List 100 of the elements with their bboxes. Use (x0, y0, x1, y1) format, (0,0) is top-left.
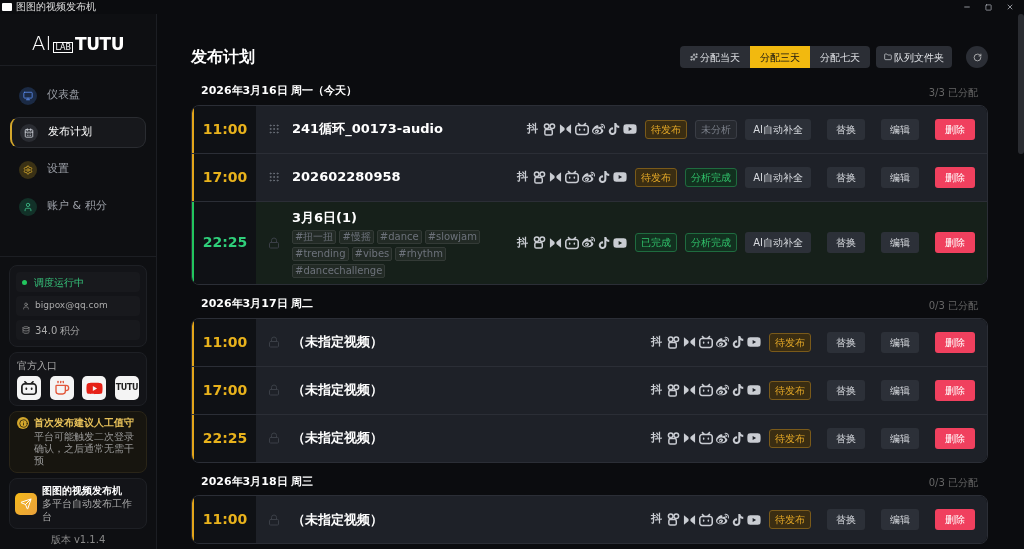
official-label: 官方入口 (17, 359, 58, 373)
tag: #slowjam (424, 230, 480, 244)
replace-button[interactable]: 替换 (827, 379, 865, 401)
ai-complete-button[interactable]: AI自动补全 (745, 166, 811, 188)
platform-label: 抖 (517, 168, 529, 185)
queue-folder-button[interactable]: 队列文件夹 (876, 46, 952, 68)
replace-button[interactable]: 替换 (827, 427, 865, 449)
drag-handle-icon[interactable] (268, 171, 280, 183)
youtube-icon (747, 335, 761, 349)
user-icon (19, 197, 37, 216)
delete-button[interactable]: 删除 (935, 232, 975, 254)
edit-button[interactable]: 编辑 (881, 379, 919, 401)
nav-item[interactable]: 设置 (10, 154, 146, 185)
email-text: bigpox@qq.com (35, 299, 108, 313)
range-tab[interactable]: 分配七天 (810, 46, 870, 68)
status-text: 调度运行中 (34, 275, 84, 290)
replace-button[interactable]: 替换 (827, 331, 865, 353)
tv-icon (575, 122, 590, 136)
youtube-icon (613, 170, 628, 184)
time-cell: 17:00 (192, 366, 256, 414)
tiktok-icon (608, 123, 621, 135)
platform-label: 抖 (517, 234, 529, 251)
platform-label: 抖 (651, 381, 662, 398)
youtube-icon (747, 512, 761, 527)
tv-icon (565, 170, 580, 184)
folder-icon (884, 53, 892, 61)
close-icon[interactable] (1006, 3, 1014, 11)
drag-handle-icon[interactable] (268, 123, 280, 135)
day-heading: 2026年3月17日 周二 (201, 296, 314, 312)
logo-brand-text: TUTU (75, 36, 125, 53)
ai-complete-button[interactable]: AI自动补全 (745, 118, 811, 140)
delete-button[interactable]: 删除 (935, 427, 975, 449)
time-cell: 22:25 (192, 201, 256, 284)
nav-item[interactable]: 仪表盘 (10, 80, 146, 111)
delete-button[interactable]: 删除 (935, 331, 975, 353)
version-text: 版本 v1.1.4 (49, 534, 107, 546)
cup-app-icon[interactable] (49, 376, 74, 400)
time-cell: 11:00 (192, 496, 256, 543)
replace-button[interactable]: 替换 (827, 166, 865, 188)
weibo-icon (582, 170, 596, 184)
tag: #trending (292, 247, 349, 261)
tiktok-icon (598, 171, 611, 183)
tv-app-icon[interactable] (17, 376, 41, 400)
tag: #慢摇 (339, 230, 374, 244)
status-badge: 待发布 (769, 380, 811, 400)
delete-button[interactable]: 删除 (935, 166, 975, 188)
tv-icon (699, 431, 713, 445)
youtube-icon (747, 431, 761, 445)
camera-icon (667, 513, 680, 526)
calendar-icon (20, 123, 38, 142)
sparkle-icon (690, 53, 698, 61)
nav-item[interactable]: 账户 & 积分 (10, 191, 146, 222)
app-subtitle: 多平台自动发布工作台 (42, 497, 133, 523)
info-icon (17, 417, 29, 429)
camera-icon (667, 431, 680, 445)
ai-complete-button[interactable]: AI自动补全 (745, 232, 811, 254)
edit-button[interactable]: 编辑 (881, 509, 919, 530)
tag: #dance (376, 230, 422, 244)
window-title: 图图的视频发布机 (16, 1, 96, 13)
replace-button[interactable]: 替换 (827, 509, 865, 530)
nav-label: 发布计划 (48, 124, 92, 141)
notice-title: 首次发布建议人工值守 (34, 417, 135, 429)
time-cell: 11:00 (192, 318, 256, 366)
weibo-icon (582, 236, 596, 250)
delete-button[interactable]: 删除 (935, 118, 975, 140)
weibo-icon (716, 335, 729, 349)
range-tab[interactable]: 分配当天 (680, 46, 750, 68)
logo-text: AI (31, 33, 52, 53)
status-badge: 待发布 (769, 428, 811, 448)
maximize-icon[interactable] (985, 3, 992, 11)
time-cell: 17:00 (192, 153, 256, 201)
edit-button[interactable]: 编辑 (881, 331, 919, 353)
delete-button[interactable]: 删除 (935, 379, 975, 401)
replace-button[interactable]: 替换 (827, 232, 865, 254)
page-title: 发布计划 (191, 46, 255, 68)
video-title: （未指定视频） (292, 381, 384, 400)
replace-button[interactable]: 替换 (827, 118, 865, 140)
play-app-icon[interactable] (82, 376, 107, 400)
camera-icon (667, 383, 680, 397)
nav-item[interactable]: 发布计划 (10, 117, 146, 148)
camera-icon (543, 122, 557, 136)
app-icon (2, 3, 12, 11)
delete-button[interactable]: 删除 (935, 509, 975, 530)
tv-icon (699, 335, 713, 349)
scrollbar[interactable] (1018, 14, 1024, 154)
tiktok-icon (598, 236, 611, 249)
platform-label: 抖 (527, 120, 539, 137)
edit-button[interactable]: 编辑 (881, 232, 919, 254)
video-title: （未指定视频） (292, 333, 384, 352)
refresh-button[interactable] (966, 46, 988, 68)
range-tab[interactable]: 分配三天 (750, 46, 810, 68)
youtube-icon (613, 235, 628, 250)
edit-button[interactable]: 编辑 (881, 118, 919, 140)
platform-label: 抖 (651, 333, 662, 350)
edit-button[interactable]: 编辑 (881, 427, 919, 449)
edit-button[interactable]: 编辑 (881, 166, 919, 188)
tiktok-icon (732, 336, 744, 348)
camera-icon (667, 335, 680, 349)
brand-app-tile[interactable]: TUTU (114, 376, 139, 400)
app-name: 图图的视频发布机 (42, 484, 123, 497)
